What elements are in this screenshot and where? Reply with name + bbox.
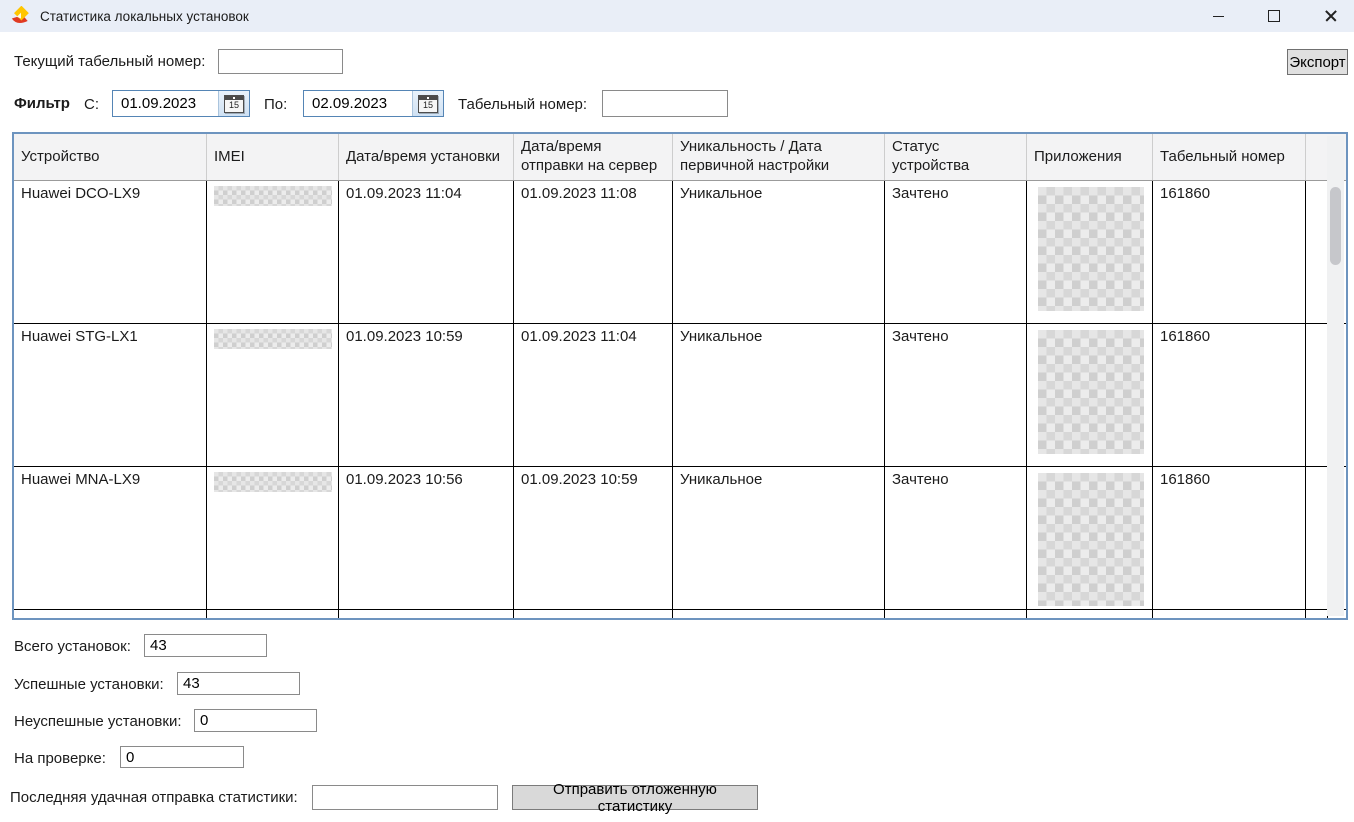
imei-redacted-block: [214, 186, 332, 206]
total-installs-input[interactable]: [144, 634, 267, 657]
cell-imei: [207, 181, 339, 323]
filter-to-label: По:: [264, 96, 287, 113]
applications-redacted-block: [1038, 187, 1144, 311]
imei-redacted-block: [214, 329, 332, 349]
success-installs-label: Успешные установки:: [14, 676, 164, 693]
cell-status: Зачтено: [885, 324, 1027, 466]
close-button[interactable]: [1308, 0, 1354, 32]
cell-imei: [207, 324, 339, 466]
cell-installed: 01.09.2023 10:59: [339, 324, 514, 466]
cell-sent: 01.09.2023 11:04: [514, 324, 673, 466]
filter-section-label: Фильтр: [14, 95, 70, 112]
column-header-device[interactable]: Устройство: [14, 134, 207, 180]
failed-installs-input[interactable]: [194, 709, 317, 732]
column-header-applications[interactable]: Приложения: [1027, 134, 1153, 180]
filter-from-label: С:: [84, 96, 99, 113]
current-employee-label: Текущий табельный номер:: [14, 53, 205, 70]
window-title: Статистика локальных установок: [40, 9, 249, 24]
imei-redacted-block: [214, 472, 332, 492]
last-sent-input[interactable]: [312, 785, 498, 810]
close-icon: [1325, 10, 1337, 22]
date-to-calendar-button[interactable]: 15: [412, 91, 443, 116]
table-header-row: Устройство IMEI Дата/время установки Дат…: [14, 134, 1346, 181]
applications-redacted-block: [1038, 330, 1144, 454]
cell-status: Зачтено: [885, 467, 1027, 609]
minimize-icon: [1213, 16, 1224, 17]
maximize-button[interactable]: [1251, 0, 1297, 32]
filter-employee-input[interactable]: [602, 90, 728, 117]
filter-employee-label: Табельный номер:: [458, 96, 587, 113]
cell-uniqueness: Уникальное: [673, 181, 885, 323]
failed-installs-label: Неуспешные установки:: [14, 713, 182, 730]
export-button[interactable]: Экспорт: [1287, 49, 1348, 75]
maximize-icon: [1268, 10, 1280, 22]
send-deferred-stats-button[interactable]: Отправить отложенную статистику: [512, 785, 758, 810]
column-header-filler: [1306, 134, 1328, 180]
column-header-device-status[interactable]: Статус устройства: [885, 134, 1027, 180]
cell-installed: 01.09.2023 10:56: [339, 467, 514, 609]
installations-table: Устройство IMEI Дата/время установки Дат…: [12, 132, 1348, 620]
cell-sent: 01.09.2023 10:59: [514, 467, 673, 609]
cell-uniqueness: Уникальное: [673, 467, 885, 609]
date-to-value[interactable]: 02.09.2023: [304, 91, 412, 116]
cell-imei: [207, 467, 339, 609]
cell-device: Huawei STG-LX1: [14, 324, 207, 466]
table-row-partial[interactable]: [14, 610, 1346, 619]
success-installs-input[interactable]: [177, 672, 300, 695]
cell-employee-number: 161860: [1153, 467, 1306, 609]
column-header-imei[interactable]: IMEI: [207, 134, 339, 180]
cell-filler: [1306, 324, 1328, 466]
column-header-install-datetime[interactable]: Дата/время установки: [339, 134, 514, 180]
table-row[interactable]: Huawei MNA-LX9 01.09.2023 10:56 01.09.20…: [14, 467, 1346, 610]
calendar-icon: 15: [418, 95, 438, 113]
cell-employee-number: 161860: [1153, 324, 1306, 466]
current-employee-input[interactable]: [218, 49, 343, 74]
date-from-calendar-button[interactable]: 15: [218, 91, 249, 116]
minimize-button[interactable]: [1195, 0, 1241, 32]
column-header-sent-datetime[interactable]: Дата/время отправки на сервер: [514, 134, 673, 180]
cell-applications: [1027, 467, 1153, 609]
pending-check-label: На проверке:: [14, 750, 106, 767]
scrollbar-thumb[interactable]: [1330, 187, 1341, 265]
vertical-scrollbar[interactable]: [1327, 136, 1344, 616]
cell-applications: [1027, 181, 1153, 323]
last-sent-label: Последняя удачная отправка статистики:: [10, 789, 298, 806]
pending-check-input[interactable]: [120, 746, 244, 768]
table-row[interactable]: Huawei DCO-LX9 01.09.2023 11:04 01.09.20…: [14, 181, 1346, 324]
cell-filler: [1306, 181, 1328, 323]
title-bar: Статистика локальных установок: [0, 0, 1354, 32]
cell-filler: [1306, 467, 1328, 609]
date-from-value[interactable]: 01.09.2023: [113, 91, 218, 116]
table-row[interactable]: Huawei STG-LX1 01.09.2023 10:59 01.09.20…: [14, 324, 1346, 467]
cell-applications: [1027, 324, 1153, 466]
column-header-uniqueness[interactable]: Уникальность / Дата первичной настройки: [673, 134, 885, 180]
cell-sent: 01.09.2023 11:08: [514, 181, 673, 323]
applications-redacted-block: [1038, 473, 1144, 606]
date-to-picker[interactable]: 02.09.2023 15: [303, 90, 444, 117]
calendar-icon: 15: [224, 95, 244, 113]
cell-status: Зачтено: [885, 181, 1027, 323]
cell-device: Huawei DCO-LX9: [14, 181, 207, 323]
cell-device: Huawei MNA-LX9: [14, 467, 207, 609]
date-from-picker[interactable]: 01.09.2023 15: [112, 90, 250, 117]
cell-employee-number: 161860: [1153, 181, 1306, 323]
total-installs-label: Всего установок:: [14, 638, 131, 655]
app-logo-icon: [11, 6, 31, 26]
cell-uniqueness: Уникальное: [673, 324, 885, 466]
cell-installed: 01.09.2023 11:04: [339, 181, 514, 323]
column-header-employee-number[interactable]: Табельный номер: [1153, 134, 1306, 180]
